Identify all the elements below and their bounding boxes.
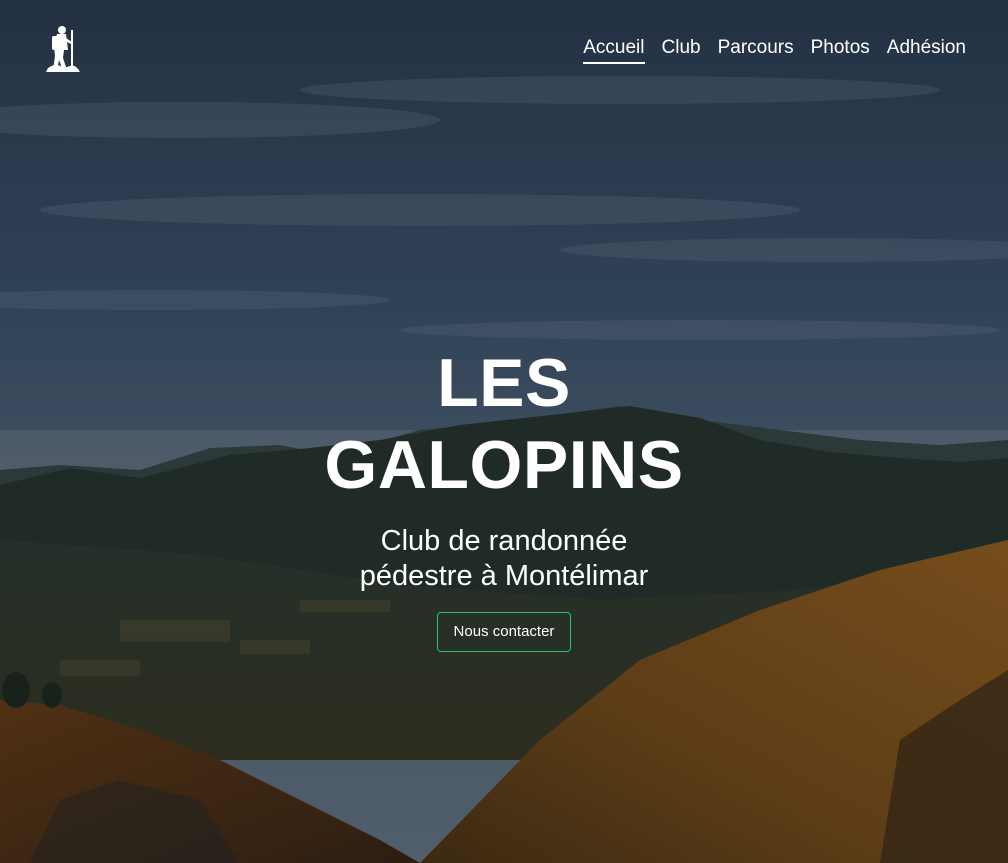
nav-item-club[interactable]: Club xyxy=(662,36,701,64)
hero-title-line-2: GALOPINS xyxy=(324,427,684,503)
hiker-logo-icon[interactable] xyxy=(44,24,82,74)
hero-title: LES GALOPINS xyxy=(284,342,724,506)
nav-item-photos[interactable]: Photos xyxy=(811,36,870,64)
hero-title-line-1: LES xyxy=(437,345,571,421)
hero-content: LES GALOPINS Club de randonnée pédestre … xyxy=(0,342,1008,652)
nav-item-adhesion[interactable]: Adhésion xyxy=(887,36,966,64)
contact-button[interactable]: Nous contacter xyxy=(436,612,572,652)
hero-section: Accueil Club Parcours Photos Adhésion LE… xyxy=(0,0,1008,863)
hero-subtitle: Club de randonnée pédestre à Montélimar xyxy=(294,524,714,594)
hero-subtitle-line-1: Club de randonnée xyxy=(380,525,628,557)
nav-item-accueil[interactable]: Accueil xyxy=(583,36,645,64)
nav-item-parcours[interactable]: Parcours xyxy=(718,36,794,64)
main-navigation: Accueil Club Parcours Photos Adhésion xyxy=(583,36,966,64)
hero-subtitle-line-2: pédestre à Montélimar xyxy=(359,560,649,592)
